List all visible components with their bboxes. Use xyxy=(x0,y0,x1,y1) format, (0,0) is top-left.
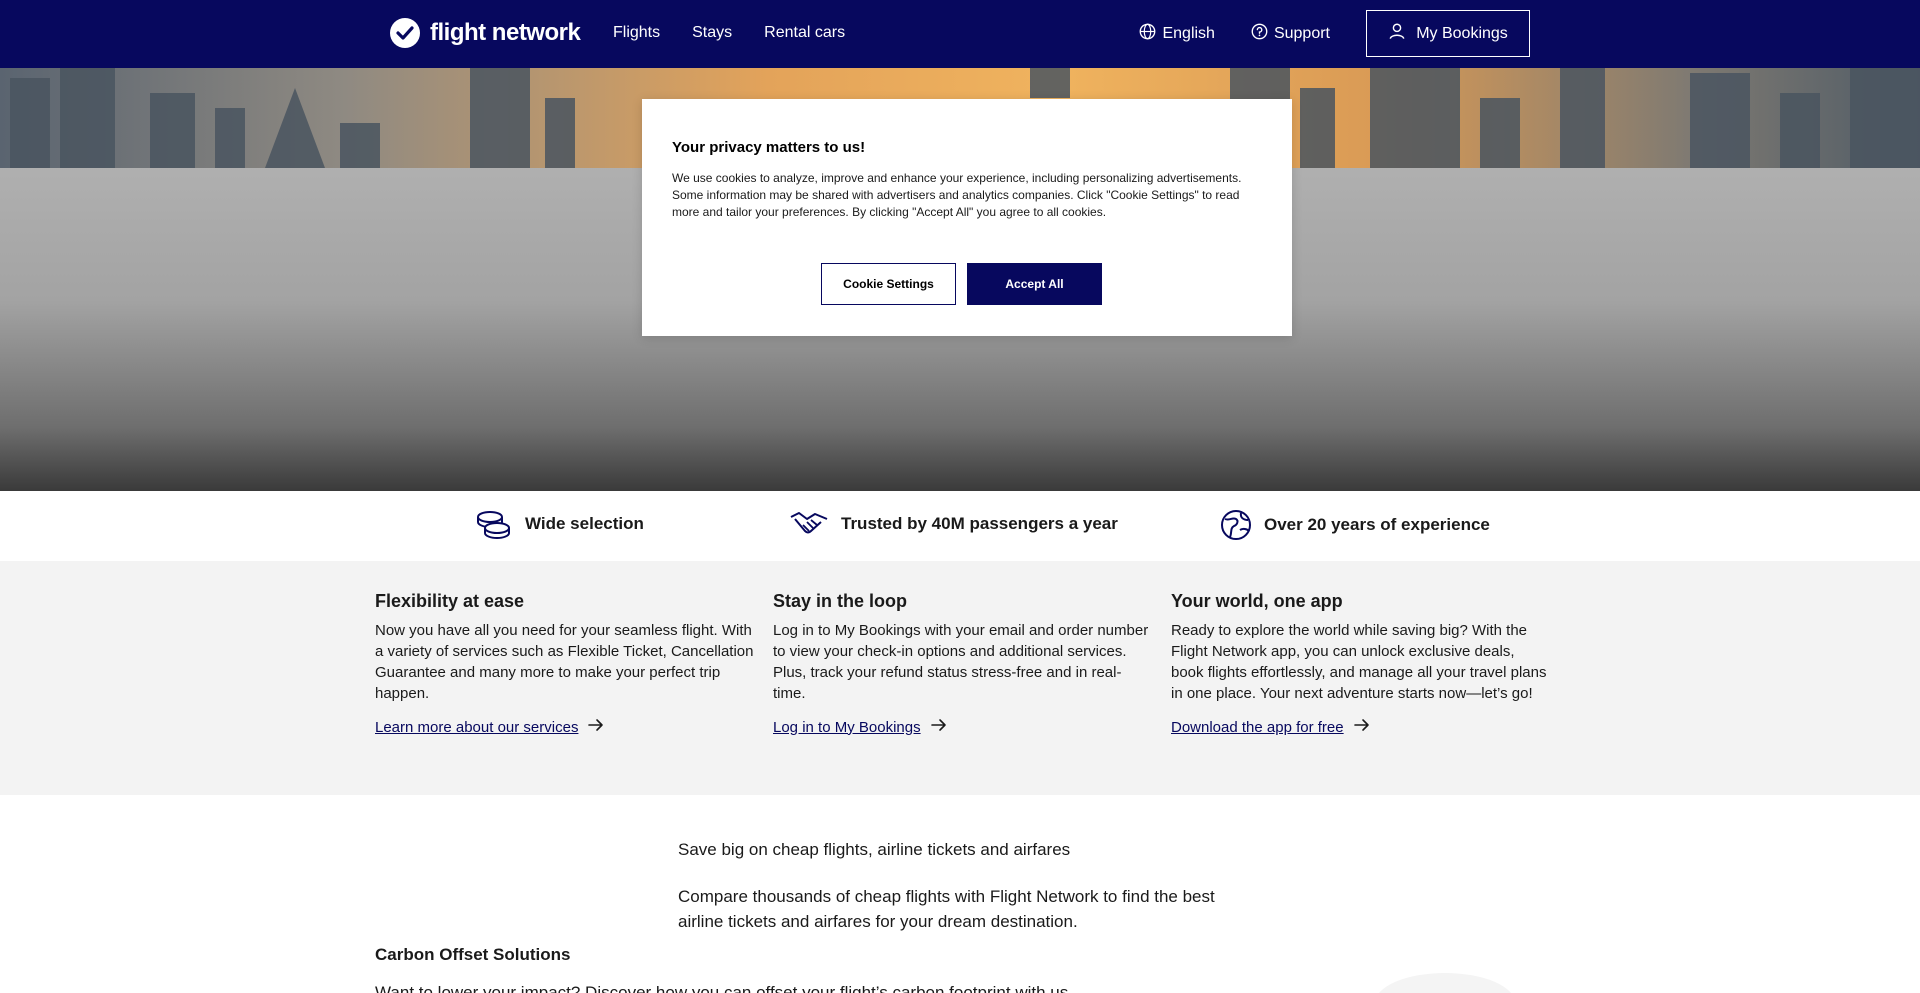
language-selector[interactable]: English xyxy=(1139,23,1215,45)
info-title: Flexibility at ease xyxy=(375,591,525,611)
info-col-stay-in-loop: Stay in the loop Log in to My Bookings w… xyxy=(773,591,1153,737)
my-bookings-button[interactable]: My Bookings xyxy=(1366,10,1530,57)
cookie-settings-button[interactable]: Cookie Settings xyxy=(821,263,956,305)
checkmark-logo-icon xyxy=(390,18,420,48)
info-section: Flexibility at ease Now you have all you… xyxy=(0,561,1920,795)
globe-icon xyxy=(1220,509,1252,541)
coins-icon xyxy=(475,509,513,539)
decorative-shape xyxy=(1375,973,1515,993)
arrow-right-icon xyxy=(588,718,604,736)
arrow-right-icon xyxy=(1353,718,1370,736)
support-label: Support xyxy=(1273,24,1330,42)
feature-trusted-passengers: Trusted by 40M passengers a year xyxy=(789,509,1118,539)
download-app-link[interactable]: Download the app for free xyxy=(1171,718,1370,736)
my-bookings-label: My Bookings xyxy=(1416,24,1508,42)
learn-more-services-link[interactable]: Learn more about our services xyxy=(375,718,604,736)
info-title: Stay in the loop xyxy=(773,591,908,611)
cookie-dialog-title: Your privacy matters to us! xyxy=(672,139,866,156)
link-label: Download the app for free xyxy=(1171,718,1344,736)
feature-years-experience: Over 20 years of experience xyxy=(1220,509,1490,541)
info-text: Log in to My Bookings with your email an… xyxy=(773,622,1149,702)
cookie-dialog-text: We use cookies to analyze, improve and e… xyxy=(672,171,1242,219)
handshake-icon xyxy=(789,509,829,539)
seo-paragraph: Compare thousands of cheap flights with … xyxy=(678,887,1215,931)
info-col-flexibility: Flexibility at ease Now you have all you… xyxy=(375,591,755,737)
log-in-bookings-link[interactable]: Log in to My Bookings xyxy=(773,718,947,736)
info-text: Now you have all you need for your seaml… xyxy=(375,622,754,702)
support-link[interactable]: Support xyxy=(1251,23,1330,45)
info-text: Ready to explore the world while saving … xyxy=(1171,622,1547,702)
main-nav: Flights Stays Rental cars xyxy=(613,24,845,42)
feature-label: Trusted by 40M passengers a year xyxy=(841,514,1118,533)
info-col-app: Your world, one app Ready to explore the… xyxy=(1171,591,1551,737)
seo-headline: Save big on cheap flights, airline ticke… xyxy=(678,840,1071,859)
globe-icon xyxy=(1139,23,1156,45)
info-title: Your world, one app xyxy=(1171,591,1343,611)
seo-content-section: Save big on cheap flights, airline ticke… xyxy=(0,795,1920,993)
feature-label: Wide selection xyxy=(525,514,644,533)
cookie-consent-dialog: Your privacy matters to us! We use cooki… xyxy=(642,99,1292,336)
feature-wide-selection: Wide selection xyxy=(475,509,644,539)
brand-logo[interactable]: flight network xyxy=(390,18,581,48)
nav-stays[interactable]: Stays xyxy=(692,24,732,42)
arrow-right-icon xyxy=(930,718,947,736)
link-label: Log in to My Bookings xyxy=(773,718,921,736)
cookie-dialog-actions: Cookie Settings Accept All xyxy=(821,263,1102,305)
nav-flights[interactable]: Flights xyxy=(613,24,660,42)
user-icon xyxy=(1388,22,1406,45)
carbon-offset-heading: Carbon Offset Solutions xyxy=(375,945,571,964)
top-navigation-bar: flight network Flights Stays Rental cars… xyxy=(0,0,1920,68)
header-actions: English Support My Bookings xyxy=(1139,10,1530,57)
help-circle-icon xyxy=(1251,23,1268,45)
accept-all-button[interactable]: Accept All xyxy=(967,263,1102,305)
language-label: English xyxy=(1162,24,1215,42)
brand-name: flight network xyxy=(430,19,581,46)
nav-rental-cars[interactable]: Rental cars xyxy=(764,24,845,42)
features-strip: Wide selection Trusted by 40M passengers… xyxy=(0,491,1920,561)
link-label: Learn more about our services xyxy=(375,718,579,736)
carbon-offset-text: Want to lower your impact? Discover how … xyxy=(375,983,1069,993)
feature-label: Over 20 years of experience xyxy=(1264,515,1490,534)
